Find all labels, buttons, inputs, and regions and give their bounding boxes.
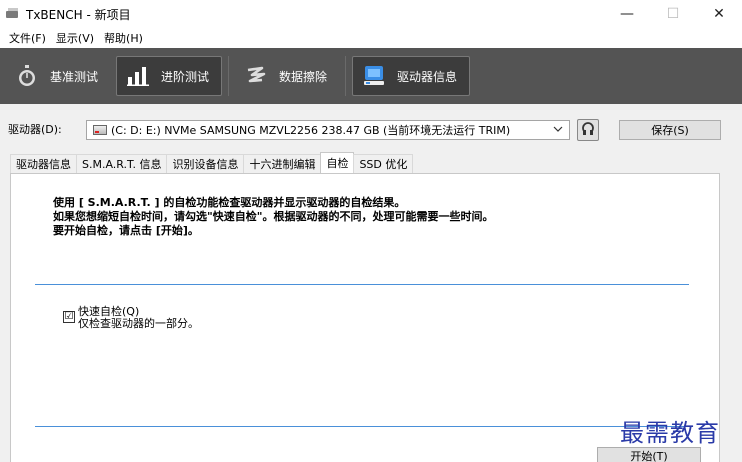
menu-view[interactable]: 显示(V) [51, 30, 99, 46]
description-line: 如果您想缩短自检时间，请勾选"快速自检"。根据驱动器的不同，处理可能需要一些时间… [53, 210, 494, 223]
menu-bar: 文件(F) 显示(V) 帮助(H) [0, 28, 742, 48]
app-icon [6, 8, 20, 20]
minimize-button[interactable]: — [604, 0, 650, 28]
watermark-text: 最需教育 [620, 419, 720, 447]
tab-self-test[interactable]: 自检 [320, 152, 355, 173]
save-button[interactable]: 保存(S) [619, 120, 721, 140]
tab-hex-editor[interactable]: 十六进制编辑 [243, 154, 322, 173]
quick-test-checkbox[interactable]: ☑ [63, 311, 75, 323]
drive-label: 驱动器(D): [8, 123, 62, 136]
tab-benchmark[interactable]: 基准测试 [6, 56, 110, 96]
tab-erase[interactable]: 数据擦除 [235, 56, 339, 96]
tab-ssd-optimize[interactable]: SSD 优化 [353, 154, 414, 173]
tab-advanced-label: 进阶测试 [161, 69, 210, 84]
quick-test-option: ☑ 快速自检(Q) 仅检查驱动器的一部分。 [63, 306, 199, 330]
description-line: 使用 [ S.M.A.R.T. ] 的自检功能检查驱动器并显示驱动器的自检结果。 [53, 196, 406, 209]
drive-select-value: (C: D: E:) NVMe SAMSUNG MZVL2256 238.47 … [111, 124, 511, 137]
tab-advanced[interactable]: 进阶测试 [116, 56, 223, 96]
window-title: TxBENCH - 新项目 [26, 7, 131, 22]
tab-identify-device[interactable]: 识别设备信息 [166, 154, 245, 173]
toolbar-divider [345, 56, 347, 96]
refresh-icon [580, 121, 596, 140]
divider [35, 284, 689, 285]
hard-drive-icon [93, 125, 107, 135]
menu-help[interactable]: 帮助(H) [99, 30, 148, 46]
tab-erase-label: 数据擦除 [279, 69, 328, 84]
drive-select[interactable]: (C: D: E:) NVMe SAMSUNG MZVL2256 238.47 … [86, 120, 570, 140]
close-button[interactable]: ✕ [696, 0, 742, 28]
maximize-button[interactable]: ☐ [650, 0, 696, 28]
menu-file[interactable]: 文件(F) [4, 30, 51, 46]
start-button[interactable]: 开始(T) [597, 447, 701, 462]
divider [35, 426, 689, 427]
toolbar-divider [228, 56, 230, 96]
main-toolbar: 基准测试 进阶测试 数据擦除 驱动器信息 [0, 48, 742, 104]
info-tabs: 驱动器信息 S.M.A.R.T. 信息 识别设备信息 十六进制编辑 自检 SSD… [10, 152, 414, 173]
drive-info-icon [363, 65, 385, 87]
tab-drive-info-label: 驱动器信息 [397, 69, 458, 84]
tab-drive-info[interactable]: 驱动器信息 [352, 56, 471, 96]
title-bar: TxBENCH - 新项目 — ☐ ✕ [0, 0, 742, 28]
bar-chart-icon [127, 65, 150, 87]
stopwatch-icon [16, 65, 38, 87]
refresh-button[interactable] [577, 119, 599, 141]
chevron-down-icon [553, 124, 563, 137]
tab-smart-info[interactable]: S.M.A.R.T. 信息 [76, 154, 168, 173]
quick-test-description: 仅检查驱动器的一部分。 [78, 317, 199, 330]
description-line: 要开始自检，请点击 [开始]。 [53, 224, 199, 237]
tab-drive-information[interactable]: 驱动器信息 [10, 154, 77, 173]
window-controls: — ☐ ✕ [604, 0, 742, 28]
self-test-panel: 使用 [ S.M.A.R.T. ] 的自检功能检查驱动器并显示驱动器的自检结果。… [10, 173, 720, 462]
erase-icon [245, 65, 267, 87]
self-test-description: 使用 [ S.M.A.R.T. ] 的自检功能检查驱动器并显示驱动器的自检结果。… [53, 196, 493, 238]
tab-benchmark-label: 基准测试 [50, 69, 99, 84]
drive-bar: 驱动器(D): (C: D: E:) NVMe SAMSUNG MZVL2256… [0, 114, 742, 144]
